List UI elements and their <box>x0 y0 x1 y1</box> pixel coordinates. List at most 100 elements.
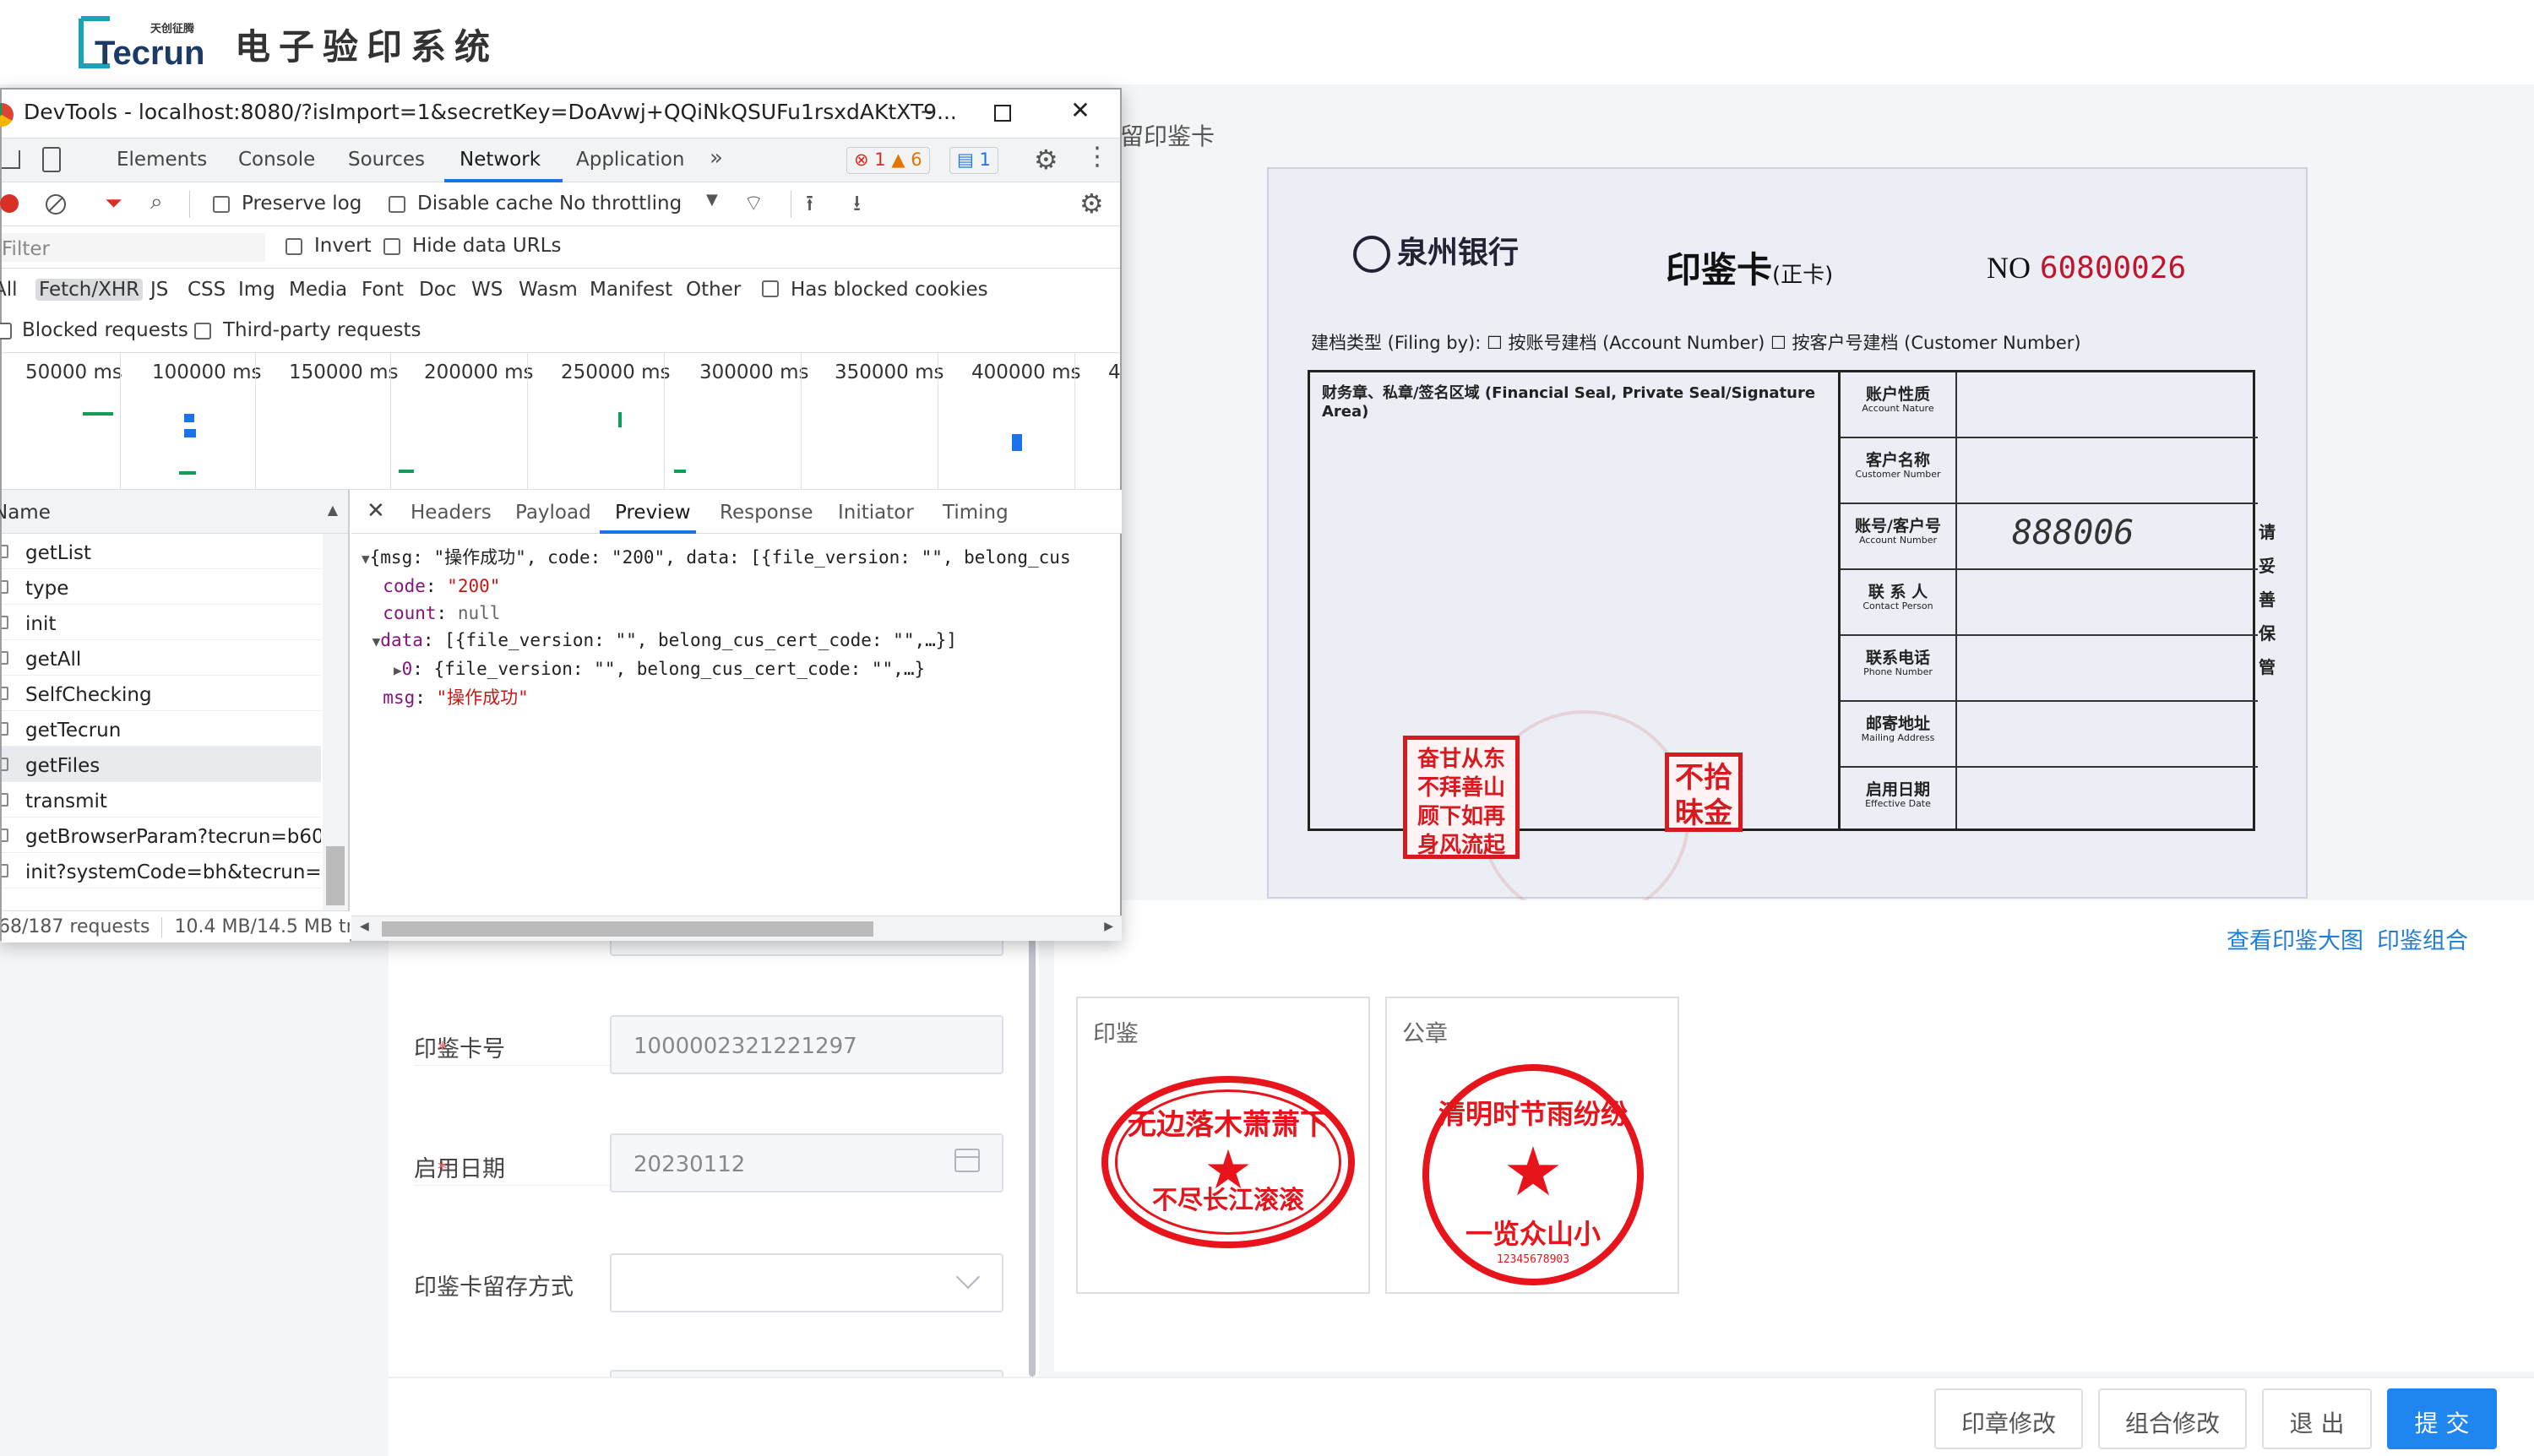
blocked-cookies-label: Has blocked cookies <box>791 279 988 301</box>
clear-icon[interactable] <box>46 194 66 215</box>
maximize-button[interactable] <box>982 96 1024 130</box>
seal-edit-button[interactable]: 印章修改 <box>1934 1388 2083 1449</box>
network-conditions-icon[interactable]: ⌔ <box>743 189 764 217</box>
json-data-line[interactable]: ▼data: [{file_version: "", belong_cus_ce… <box>362 627 1071 655</box>
preview-horizontal-scrollbar[interactable]: ◀ ▶ <box>351 915 1122 941</box>
view-large-link[interactable]: 查看印鉴大图 <box>2227 922 2363 955</box>
tab-console[interactable]: Console <box>238 149 315 171</box>
search-icon[interactable]: ⌕ <box>150 189 163 215</box>
seal-box-official[interactable]: 公章 清明时节雨纷纷 ★ 一览众山小 12345678903 <box>1385 997 1679 1294</box>
exit-button[interactable]: 退 出 <box>2262 1388 2372 1449</box>
tab-headers[interactable]: Headers <box>411 502 492 524</box>
card-fields: 账户性质 Account Nature 客户名称 Customer Number 账… <box>1841 372 2258 829</box>
type-font[interactable]: Font <box>362 279 404 301</box>
hide-data-urls-checkbox[interactable] <box>383 238 400 255</box>
card-grid: 财务章、私章/签名区域 (Financial Seal, Private Sea… <box>1308 370 2258 921</box>
request-row[interactable]: getTecrun <box>2 711 321 747</box>
import-har-icon[interactable]: ⭱ <box>806 187 813 225</box>
type-wasm[interactable]: Wasm <box>519 279 578 301</box>
request-list-scrollbar[interactable] <box>323 534 348 910</box>
filter-input[interactable]: Filter <box>2 233 265 262</box>
timeline-mark <box>179 471 196 475</box>
network-settings-icon[interactable]: ⚙ <box>1079 187 1104 220</box>
tab-response[interactable]: Response <box>720 502 813 524</box>
tab-elements[interactable]: Elements <box>117 149 207 171</box>
json-preview[interactable]: ▼{msg: "操作成功", code: "200", data: [{file… <box>362 544 1071 711</box>
scroll-right-icon: ▶ <box>1104 920 1113 933</box>
request-row[interactable]: transmit <box>2 782 321 818</box>
seal-box-impression[interactable]: 印鉴 无边落木萧萧下 ★ 不尽长江滚滚 <box>1076 997 1370 1294</box>
throttling-chevron-icon[interactable]: ▼ <box>706 191 718 209</box>
combo-edit-button[interactable]: 组合修改 <box>2098 1388 2247 1449</box>
inspect-icon[interactable] <box>2 150 20 169</box>
minimize-button[interactable]: – <box>905 96 948 130</box>
type-js[interactable]: JS <box>150 279 168 301</box>
json-root-line[interactable]: ▼{msg: "操作成功", code: "200", data: [{file… <box>362 544 1071 573</box>
calendar-icon[interactable] <box>954 1149 980 1172</box>
gear-icon[interactable]: ⚙ <box>1034 144 1058 176</box>
disable-cache-checkbox[interactable] <box>389 196 405 213</box>
request-row[interactable]: init?systemCode=bh&tecrun=b6 <box>2 853 321 888</box>
close-detail-icon[interactable]: ✕ <box>367 498 385 524</box>
tab-payload[interactable]: Payload <box>515 502 591 524</box>
request-row[interactable]: init <box>2 605 321 640</box>
type-ws[interactable]: WS <box>471 279 503 301</box>
tab-sources[interactable]: Sources <box>348 149 425 171</box>
blocked-requests-checkbox[interactable] <box>0 323 12 340</box>
type-css[interactable]: CSS <box>188 279 226 301</box>
preserve-log-label: Preserve log <box>242 193 362 215</box>
tab-timing[interactable]: Timing <box>943 502 1009 524</box>
round-seal-image: 清明时节雨纷纷 ★ 一览众山小 12345678903 <box>1422 1064 1644 1285</box>
request-row[interactable]: getBrowserParam?tecrun=b603e <box>2 818 321 853</box>
submit-button[interactable]: 提 交 <box>2387 1388 2497 1449</box>
request-row[interactable]: getAll <box>2 640 321 676</box>
combination-link[interactable]: 印鉴组合 <box>2377 922 2468 955</box>
request-row[interactable]: getList <box>2 534 321 569</box>
close-button[interactable]: ✕ <box>1059 96 1101 130</box>
type-doc[interactable]: Doc <box>419 279 456 301</box>
more-tabs-icon[interactable]: » <box>710 145 723 171</box>
start-date-input[interactable]: 20230112 <box>610 1133 1003 1193</box>
request-list[interactable]: Name ▲ getList type init getAll SelfCheck… <box>0 490 350 912</box>
json-item-line[interactable]: ▶0: {file_version: "", belong_cus_cert_c… <box>362 655 1071 684</box>
device-toolbar-icon[interactable] <box>42 147 61 172</box>
type-manifest[interactable]: Manifest <box>590 279 672 301</box>
name-column-header[interactable]: Name ▲ <box>0 490 348 534</box>
type-media[interactable]: Media <box>289 279 347 301</box>
tab-network[interactable]: Network <box>459 149 541 171</box>
preserve-log-checkbox[interactable] <box>213 196 230 213</box>
type-fetch-xhr[interactable]: Fetch/XHR <box>35 279 144 301</box>
filter-icon[interactable]: ⏷ <box>105 191 122 217</box>
throttling-select[interactable]: No throttling <box>559 193 682 215</box>
request-row[interactable]: SelfChecking <box>2 676 321 711</box>
hide-data-urls-label: Hide data URLs <box>412 235 562 257</box>
type-all[interactable]: All <box>0 279 18 301</box>
form-scrollbar[interactable] <box>1029 937 1036 1377</box>
storage-select[interactable] <box>610 1253 1003 1312</box>
network-timeline[interactable]: 50000 ms 100000 ms 150000 ms 200000 ms 2… <box>2 353 1121 490</box>
record-button[interactable] <box>0 194 19 213</box>
tab-application[interactable]: Application <box>576 149 685 171</box>
invert-checkbox[interactable] <box>285 238 302 255</box>
type-other[interactable]: Other <box>686 279 741 301</box>
seal-area: 财务章、私章/签名区域 (Financial Seal, Private Sea… <box>1310 372 1841 921</box>
blocked-cookies-checkbox[interactable] <box>762 280 779 297</box>
card-row: 客户名称 Customer Number <box>1841 438 2258 504</box>
more-options-icon[interactable]: ⋮ <box>1085 142 1110 171</box>
tab-initiator[interactable]: Initiator <box>838 502 914 524</box>
tab-preview[interactable]: Preview <box>615 502 691 524</box>
issue-counter[interactable]: ⊗ 1 ▲ 6 <box>846 147 930 174</box>
request-detail-panel[interactable]: ✕ Headers Payload Preview Response Initi… <box>351 490 1122 941</box>
section-title: 留印鉴卡 <box>1120 122 1215 150</box>
devtools-titlebar[interactable]: DevTools - localhost:8080/?isImport=1&se… <box>0 90 1120 139</box>
filing-type: 建档类型 (Filing by): ☐ 按账号建档 (Account Numbe… <box>1311 333 2081 353</box>
message-counter[interactable]: ▤ 1 <box>949 147 998 174</box>
devtools-title: DevTools - localhost:8080/?isImport=1&se… <box>24 100 957 124</box>
devtools-window[interactable]: DevTools - localhost:8080/?isImport=1&se… <box>0 88 1122 943</box>
request-row-selected[interactable]: getFiles <box>2 747 321 782</box>
request-row[interactable]: type <box>2 569 321 605</box>
card-no-input[interactable]: 1000002321221297 <box>610 1015 1003 1074</box>
third-party-checkbox[interactable] <box>194 323 211 340</box>
type-img[interactable]: Img <box>238 279 275 301</box>
export-har-icon[interactable]: ⭳ <box>853 187 861 225</box>
